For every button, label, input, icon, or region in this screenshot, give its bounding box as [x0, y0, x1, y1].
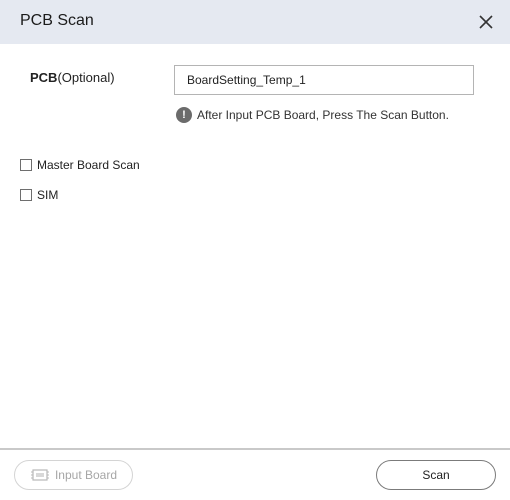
scan-button[interactable]: Scan — [376, 460, 496, 490]
pcb-label-optional: (Optional) — [57, 70, 115, 85]
pcb-label: PCB(Optional) — [30, 70, 115, 85]
footer-divider — [0, 448, 510, 450]
sim-label: SIM — [37, 188, 59, 202]
sim-option[interactable]: SIM — [20, 188, 58, 202]
pcb-hint-text: After Input PCB Board, Press The Scan Bu… — [197, 108, 449, 122]
pcb-input[interactable] — [174, 65, 474, 95]
sim-checkbox[interactable] — [20, 189, 32, 201]
close-button[interactable] — [474, 10, 498, 34]
master-board-scan-checkbox[interactable] — [20, 159, 32, 171]
scan-label: Scan — [422, 468, 450, 482]
input-board-label: Input Board — [54, 468, 118, 482]
dialog-title: PCB Scan — [20, 12, 94, 29]
title-bar: PCB Scan — [0, 0, 510, 44]
master-board-scan-label: Master Board Scan — [37, 158, 140, 172]
pcb-hint: ! After Input PCB Board, Press The Scan … — [176, 106, 449, 124]
input-board-button[interactable]: Input Board — [14, 460, 133, 490]
exclamation-icon: ! — [176, 107, 192, 123]
board-icon — [30, 467, 50, 483]
pcb-label-bold: PCB — [30, 70, 58, 85]
close-icon — [479, 15, 493, 29]
master-board-scan-option[interactable]: Master Board Scan — [20, 158, 140, 172]
